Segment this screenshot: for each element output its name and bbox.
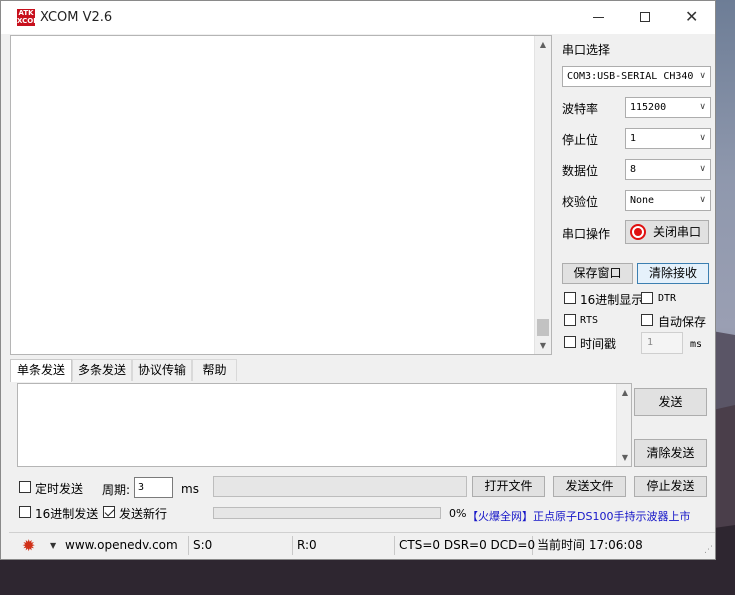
send-scrollbar[interactable]: ▲ ▼ [616,384,631,466]
dtr-label: DTR [658,293,677,304]
save-window-button[interactable]: 保存窗口 [562,263,633,284]
parity-select-value: None [630,195,655,206]
scroll-down-icon[interactable]: ▼ [535,337,551,354]
stop-bits-value: 1 [630,133,637,144]
close-icon: ✕ [685,7,699,26]
gear-icon[interactable]: ✹ [22,536,35,555]
data-bits-select[interactable]: 8 ∨ [625,159,711,180]
send-newline-checkbox[interactable] [103,506,115,518]
port-select-value: COM3:USB-SERIAL CH340 [567,71,694,82]
baud-label: 波特率 [562,102,599,116]
auto-save-label: 自动保存 [658,315,707,329]
resize-grip-icon[interactable]: ⋰ [704,546,713,555]
scroll-up-icon[interactable]: ▲ [617,384,633,401]
chevron-down-icon: ∨ [699,102,706,112]
baud-select-value: 115200 [630,102,667,113]
scroll-up-icon[interactable]: ▲ [535,36,551,53]
chevron-down-icon: ∨ [699,164,706,174]
tab-help[interactable]: 帮助 [192,359,237,381]
baud-select[interactable]: 115200 ∨ [625,97,711,118]
send-button[interactable]: 发送 [634,388,707,416]
period-input[interactable]: 3 [134,477,173,498]
chevron-down-icon[interactable]: ▼ [50,536,56,555]
auto-save-checkbox[interactable] [641,314,653,326]
timestamp-checkbox[interactable] [564,336,576,348]
rts-checkbox[interactable] [564,314,576,326]
parity-label: 校验位 [562,195,599,209]
timestamp-unit: ms [690,339,703,350]
send-newline-label: 发送新行 [119,507,168,521]
stop-send-button[interactable]: 停止发送 [634,476,707,497]
chevron-down-icon: ∨ [699,71,706,81]
current-time: 当前时间 17:06:08 [537,538,643,552]
dtr-checkbox[interactable] [641,292,653,304]
hex-send-label: 16进制发送 [35,507,99,521]
red-dot-icon [630,224,646,240]
website-link[interactable]: www.openedv.com [61,536,189,555]
data-bits-label: 数据位 [562,164,599,178]
serial-op-label: 串口操作 [562,227,611,241]
chevron-down-icon: ∨ [699,195,706,205]
file-path-input[interactable] [213,476,467,497]
data-bits-value: 8 [630,164,637,175]
receive-scrollbar[interactable]: ▲ ▼ [534,36,551,354]
chevron-down-icon: ∨ [699,133,706,143]
send-file-button[interactable]: 发送文件 [553,476,626,497]
timestamp-interval-input[interactable]: 1 [641,332,683,354]
app-logo: ATK XCOM [17,9,41,26]
scroll-down-icon[interactable]: ▼ [617,449,633,466]
tab-protocol[interactable]: 协议传输 [132,359,192,381]
period-unit: ms [181,482,199,496]
ad-link[interactable]: 【火爆全网】正点原子DS100手持示波器上市 [467,508,690,524]
window-title: XCOM V2.6 [40,10,113,25]
status-bar: ✹ ▼ www.openedv.com S:0 R:0 CTS=0 DSR=0 … [9,532,715,557]
open-file-button[interactable]: 打开文件 [472,476,545,497]
minimize-button[interactable] [575,1,621,34]
title-bar: ATK XCOM XCOM V2.6 ✕ [1,1,715,34]
close-window-button[interactable]: ✕ [668,1,714,34]
scroll-thumb[interactable] [537,319,549,336]
xcom-window: ATK XCOM XCOM V2.6 ✕ ▲ ▼ 串口选择 COM3:USB-S… [0,0,716,560]
receive-textarea[interactable]: ▲ ▼ [10,35,552,355]
minimize-icon [593,17,604,18]
clear-receive-button[interactable]: 清除接收 [637,263,709,284]
send-textarea[interactable]: ▲ ▼ [17,383,632,467]
stop-bits-label: 停止位 [562,133,599,147]
received-count: R:0 [293,536,395,555]
tab-multi-send[interactable]: 多条发送 [72,359,132,381]
period-label: 周期: [102,483,131,497]
send-progress-bar [213,507,441,519]
sent-count: S:0 [189,536,293,555]
close-serial-button[interactable]: 关闭串口 [625,220,709,244]
timestamp-label: 时间戳 [580,337,617,351]
hex-display-label: 16进制显示 [580,293,644,307]
stop-bits-select[interactable]: 1 ∨ [625,128,711,149]
maximize-button[interactable] [622,1,668,34]
timed-send-label: 定时发送 [35,482,84,496]
hex-display-checkbox[interactable] [564,292,576,304]
close-serial-label: 关闭串口 [652,225,701,239]
timed-send-checkbox[interactable] [19,481,31,493]
clear-send-button[interactable]: 清除发送 [634,439,707,467]
tab-single-send[interactable]: 单条发送 [10,359,72,382]
signal-status: CTS=0 DSR=0 DCD=0 [395,536,535,555]
progress-percent: 0% [449,507,467,520]
port-select-label: 串口选择 [562,43,611,57]
maximize-icon [640,12,650,22]
parity-select[interactable]: None ∨ [625,190,711,211]
rts-label: RTS [580,315,599,326]
hex-send-checkbox[interactable] [19,506,31,518]
port-select[interactable]: COM3:USB-SERIAL CH340 ∨ [562,66,711,87]
